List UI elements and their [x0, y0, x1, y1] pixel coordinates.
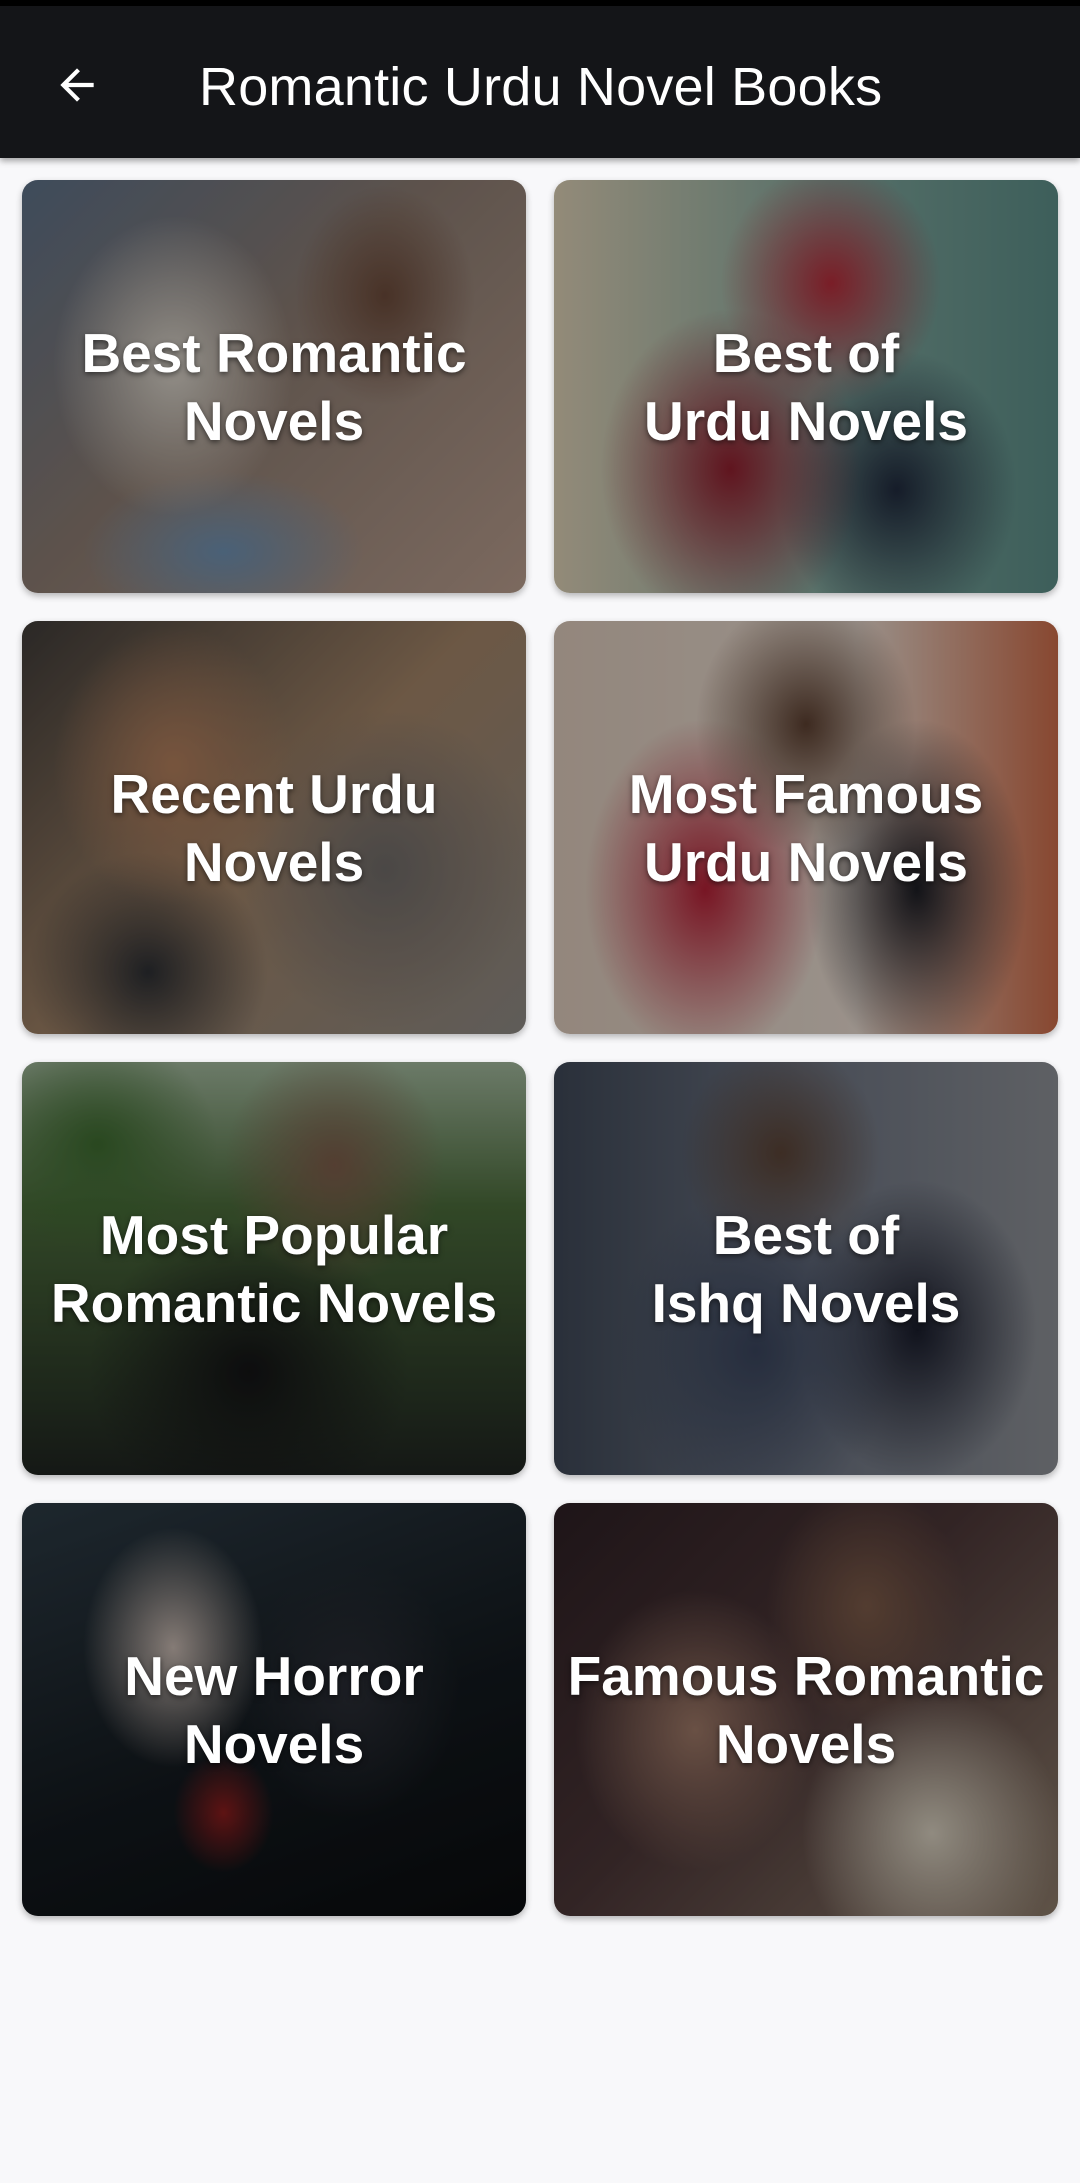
category-card-best-romantic-novels[interactable]: Best Romantic Novels [22, 180, 526, 593]
category-label: Best Romantic Novels [81, 321, 467, 452]
category-label: Best of Urdu Novels [644, 321, 968, 452]
category-label: Best of Ishq Novels [651, 1203, 961, 1334]
category-grid: Best Romantic Novels Best of Urdu Novels… [22, 180, 1058, 1916]
app-bar: Romantic Urdu Novel Books [0, 6, 1080, 158]
category-card-famous-romantic-novels[interactable]: Famous Romantic Novels [554, 1503, 1058, 1916]
category-label: Most Popular Romantic Novels [50, 1203, 498, 1334]
arrow-back-icon [60, 68, 94, 102]
category-label: Recent Urdu Novels [110, 762, 438, 893]
back-button[interactable] [32, 40, 122, 130]
category-card-recent-urdu-novels[interactable]: Recent Urdu Novels [22, 621, 526, 1034]
category-card-most-popular-romantic-novels[interactable]: Most Popular Romantic Novels [22, 1062, 526, 1475]
category-card-best-of-ishq-novels[interactable]: Best of Ishq Novels [554, 1062, 1058, 1475]
category-label: Most Famous Urdu Novels [628, 762, 984, 893]
category-card-new-horror-novels[interactable]: New Horror Novels [22, 1503, 526, 1916]
category-card-most-famous-urdu-novels[interactable]: Most Famous Urdu Novels [554, 621, 1058, 1034]
category-label: Famous Romantic Novels [567, 1644, 1045, 1775]
category-label: New Horror Novels [124, 1644, 424, 1775]
category-card-best-of-urdu-novels[interactable]: Best of Urdu Novels [554, 180, 1058, 593]
page-title: Romantic Urdu Novel Books [199, 57, 883, 117]
